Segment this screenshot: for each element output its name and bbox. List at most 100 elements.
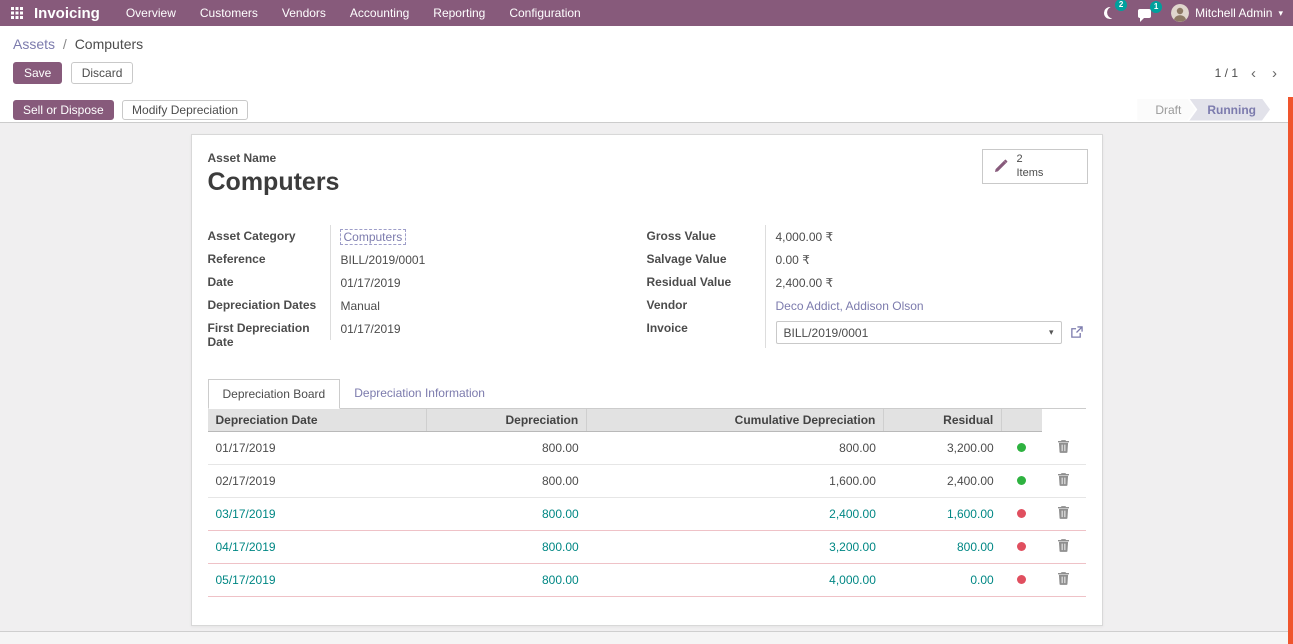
header-cumulative-depreciation[interactable]: Cumulative Depreciation [587,409,884,432]
accent-strip [1288,97,1293,644]
cell-date: 01/17/2019 [208,432,427,465]
cell-date: 04/17/2019 [208,531,427,564]
depreciation-row-2[interactable]: 02/17/2019 800.00 1,600.00 2,400.00 [208,465,1086,498]
pencil-icon [993,159,1008,174]
dropdown-caret-icon: ▾ [1049,327,1054,338]
breadcrumb-current: Computers [75,36,143,52]
stat-label: Items [1017,167,1044,181]
state-running[interactable]: Running [1189,99,1270,121]
external-link-icon[interactable] [1070,326,1083,339]
posted-status-dot [1017,443,1026,452]
cell-depreciation: 800.00 [427,564,587,597]
asset-category-label: Asset Category [208,225,330,247]
asset-form-sheet: 2 Items Asset Name Computers Asset Categ… [191,134,1103,626]
salvage-value-value[interactable]: 0.00 ₹ [776,253,810,267]
delete-row-icon[interactable] [1058,572,1069,585]
pager-previous-icon[interactable]: ‹ [1248,65,1259,82]
menu-vendors[interactable]: Vendors [282,6,326,20]
app-name[interactable]: Invoicing [34,5,100,22]
activities-button[interactable]: 2 [1102,5,1118,21]
cell-depreciation: 800.00 [427,465,587,498]
invoice-select[interactable]: BILL/2019/0001 ▾ [776,321,1062,344]
header-depreciation[interactable]: Depreciation [427,409,587,432]
right-field-group: Gross Value 4,000.00 ₹ Salvage Value 0.0… [647,225,1086,353]
breadcrumb-separator: / [63,36,67,52]
date-value[interactable]: 01/17/2019 [341,276,401,290]
field-date: Date 01/17/2019 [208,271,647,294]
asset-name-value[interactable]: Computers [208,168,1086,197]
menu-configuration[interactable]: Configuration [509,6,580,20]
cell-residual: 1,600.00 [884,498,1002,531]
pager-next-icon[interactable]: › [1269,65,1280,82]
tab-depreciation-information[interactable]: Depreciation Information [340,379,499,408]
messages-button[interactable]: 1 [1136,7,1153,20]
date-label: Date [208,271,330,293]
state-draft[interactable]: Draft [1137,99,1195,121]
posted-status-dot [1017,476,1026,485]
unposted-status-dot [1017,575,1026,584]
cell-depreciation: 800.00 [427,432,587,465]
asset-name-label: Asset Name [208,151,277,165]
title-block: Asset Name Computers [208,151,1086,197]
depreciation-row-1[interactable]: 01/17/2019 800.00 800.00 3,200.00 [208,432,1086,465]
cell-residual: 3,200.00 [884,432,1002,465]
cell-cumulative: 4,000.00 [587,564,884,597]
pager-value: 1 / 1 [1215,66,1238,80]
field-asset-category: Asset Category Computers [208,225,647,248]
first-depreciation-date-value[interactable]: 01/17/2019 [341,322,401,336]
asset-category-value[interactable]: Computers [341,230,406,244]
delete-row-icon[interactable] [1058,473,1069,486]
menu-reporting[interactable]: Reporting [433,6,485,20]
control-panel: Assets / Computers Save Discard 1 / 1 ‹ … [0,26,1293,97]
gross-value-value[interactable]: 4,000.00 ₹ [776,230,834,244]
depreciation-dates-value[interactable]: Manual [341,299,380,313]
user-name: Mitchell Admin [1195,6,1272,20]
stat-count: 2 [1017,153,1044,167]
bottom-bar [0,631,1293,644]
cell-date: 05/17/2019 [208,564,427,597]
main-menu: Overview Customers Vendors Accounting Re… [126,6,581,20]
reference-value[interactable]: BILL/2019/0001 [341,253,426,267]
depreciation-row-3[interactable]: 03/17/2019 800.00 2,400.00 1,600.00 [208,498,1086,531]
menu-customers[interactable]: Customers [200,6,258,20]
invoice-value: BILL/2019/0001 [784,326,869,340]
discard-button[interactable]: Discard [71,62,134,84]
cell-cumulative: 1,600.00 [587,465,884,498]
cell-cumulative: 2,400.00 [587,498,884,531]
field-vendor: Vendor Deco Addict, Addison Olson [647,294,1086,317]
modify-depreciation-button[interactable]: Modify Depreciation [122,100,248,120]
save-button[interactable]: Save [13,62,62,84]
apps-menu-button[interactable] [0,0,34,26]
depreciation-row-4[interactable]: 04/17/2019 800.00 3,200.00 800.00 [208,531,1086,564]
delete-row-icon[interactable] [1058,539,1069,552]
vendor-label: Vendor [647,294,765,316]
field-first-depreciation-date: First Depreciation Date 01/17/2019 [208,317,647,353]
cell-residual: 2,400.00 [884,465,1002,498]
field-reference: Reference BILL/2019/0001 [208,248,647,271]
cell-residual: 800.00 [884,531,1002,564]
notebook-tabs: Depreciation Board Depreciation Informat… [208,379,1086,409]
delete-row-icon[interactable] [1058,440,1069,453]
residual-value-value[interactable]: 2,400.00 ₹ [776,276,834,290]
header-depreciation-date[interactable]: Depreciation Date [208,409,427,432]
user-menu[interactable]: Mitchell Admin ▾ [1171,4,1283,22]
cell-depreciation: 800.00 [427,531,587,564]
salvage-value-label: Salvage Value [647,248,765,270]
vendor-value[interactable]: Deco Addict, Addison Olson [776,299,924,313]
gross-value-label: Gross Value [647,225,765,247]
depreciation-row-5[interactable]: 05/17/2019 800.00 4,000.00 0.00 [208,564,1086,597]
menu-overview[interactable]: Overview [126,6,176,20]
pager: 1 / 1 ‹ › [1215,65,1280,82]
field-depreciation-dates: Depreciation Dates Manual [208,294,647,317]
menu-accounting[interactable]: Accounting [350,6,409,20]
cell-cumulative: 3,200.00 [587,531,884,564]
chevron-down-icon: ▾ [1278,8,1283,19]
tab-depreciation-board[interactable]: Depreciation Board [208,379,341,409]
items-stat-button[interactable]: 2 Items [982,149,1088,184]
delete-row-icon[interactable] [1058,506,1069,519]
sell-or-dispose-button[interactable]: Sell or Dispose [13,100,114,120]
breadcrumb-assets[interactable]: Assets [13,36,55,52]
statusbar: Sell or Dispose Modify Depreciation Draf… [0,97,1293,123]
header-residual[interactable]: Residual [884,409,1002,432]
chat-bubble-icon [1138,9,1151,18]
